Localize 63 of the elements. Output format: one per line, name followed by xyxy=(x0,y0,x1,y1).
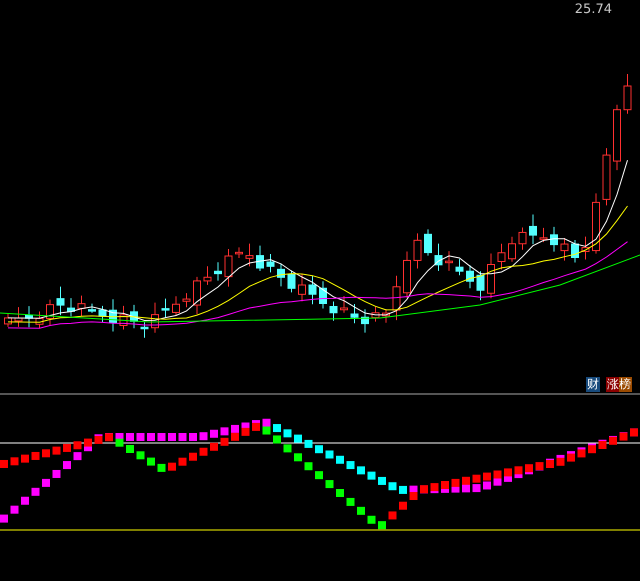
candlestick xyxy=(602,148,610,206)
badge-label[interactable]: 财 xyxy=(586,377,600,392)
candlestick xyxy=(25,306,33,328)
candlestick xyxy=(130,304,138,329)
candlestick xyxy=(14,306,22,328)
candlestick xyxy=(140,322,148,338)
badge-label[interactable]: 涨榜 xyxy=(606,377,632,392)
candlestick xyxy=(382,308,390,324)
candlestick xyxy=(151,302,159,334)
candlestick xyxy=(613,104,621,171)
candlestick xyxy=(109,298,117,332)
candlestick xyxy=(424,228,432,256)
candlestick xyxy=(518,226,526,250)
candlestick xyxy=(98,305,106,323)
candlestick xyxy=(445,250,453,272)
candlestick xyxy=(120,305,128,330)
candlestick xyxy=(67,298,75,317)
candlestick xyxy=(498,243,506,270)
candlestick xyxy=(288,270,296,293)
candlestick xyxy=(193,276,201,315)
candlestick xyxy=(319,280,327,309)
candlestick xyxy=(624,74,632,114)
candlestick xyxy=(256,245,264,272)
candlestick xyxy=(592,192,600,254)
candlestick xyxy=(508,236,516,262)
candlestick xyxy=(88,303,96,314)
candlestick xyxy=(340,296,348,314)
candlestick xyxy=(434,243,442,272)
candlestick xyxy=(571,240,579,263)
candlestick xyxy=(414,232,422,269)
candlestick xyxy=(308,276,316,305)
candlestick xyxy=(56,286,64,316)
candlestick xyxy=(372,306,380,322)
candlestick xyxy=(36,310,44,329)
candlestick xyxy=(361,308,369,334)
candlestick xyxy=(403,250,411,298)
candlestick xyxy=(224,248,232,288)
candlestick xyxy=(560,238,568,262)
candlestick xyxy=(46,299,54,326)
candlestick xyxy=(246,243,254,267)
candlestick xyxy=(182,292,190,308)
candlestick xyxy=(277,262,285,287)
candlestick xyxy=(298,274,306,302)
candlestick xyxy=(235,246,243,258)
candlestick xyxy=(540,227,548,243)
candlestick xyxy=(78,295,86,317)
candlestick xyxy=(476,270,484,301)
candlestick xyxy=(350,304,358,324)
candlestick xyxy=(4,313,12,328)
candlestick xyxy=(466,264,474,289)
candlestick xyxy=(330,301,338,322)
candlestick xyxy=(456,258,464,276)
candlestick xyxy=(162,298,170,318)
candlestick xyxy=(204,266,212,286)
candlestick xyxy=(529,214,537,245)
candlestick xyxy=(172,296,180,316)
candlestick xyxy=(582,236,590,260)
candlestick xyxy=(487,253,495,299)
candlestick xyxy=(214,262,222,282)
candlestick xyxy=(392,275,400,321)
candlestick xyxy=(266,254,274,273)
price-label: 25.74 xyxy=(574,2,612,17)
candlestick xyxy=(550,226,558,252)
